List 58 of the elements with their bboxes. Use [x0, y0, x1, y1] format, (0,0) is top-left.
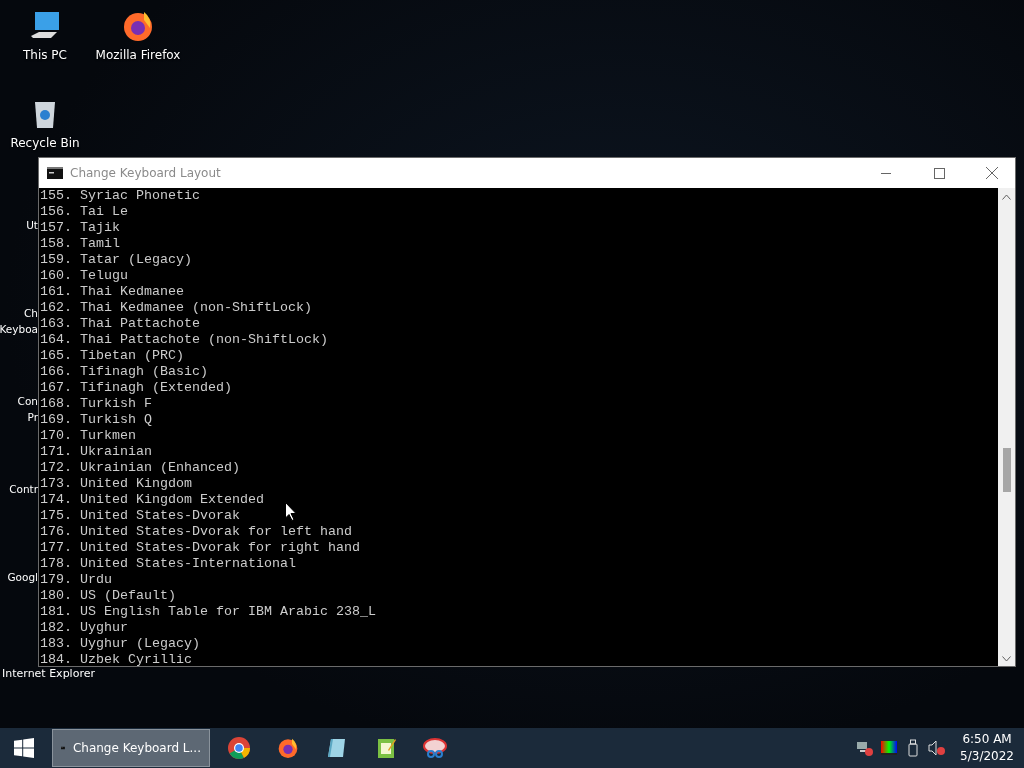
desktop-icon-label[interactable]: Con	[17, 393, 38, 409]
desktop-icon-label[interactable]: Pr	[27, 409, 38, 425]
window-title: Change Keyboard Layout	[70, 166, 222, 180]
console-line: 163. Thai Pattachote	[40, 316, 200, 332]
desktop-icon-label[interactable]: Recycle Bin	[10, 136, 80, 150]
console-line: 183. Uyghur (Legacy)	[40, 636, 200, 652]
clock-date[interactable]: 5/3/2022	[960, 748, 1014, 765]
console-line: 158. Tamil	[40, 236, 120, 252]
console-line: 159. Tatar (Legacy)	[40, 252, 192, 268]
console-line: 179. Urdu	[40, 572, 112, 588]
console-line: 178. United States-International	[40, 556, 296, 572]
console-line: 164. Thai Pattachote (non-ShiftLock)	[40, 332, 328, 348]
console-line: 161. Thai Kedmanee	[40, 284, 184, 300]
console-line: 165. Tibetan (PRC)	[40, 348, 184, 364]
console-line: 155. Syriac Phonetic	[40, 188, 200, 204]
console-line: 162. Thai Kedmanee (non-ShiftLock)	[40, 300, 312, 316]
desktop-icon-label[interactable]: Contr	[9, 481, 38, 497]
network-icon[interactable]	[856, 739, 875, 757]
console-line: 174. United Kingdom Extended	[40, 492, 264, 508]
scrollbar[interactable]	[998, 188, 1015, 666]
console-line: 176. United States-Dvorak for left hand	[40, 524, 352, 540]
console-line: 167. Tifinagh (Extended)	[40, 380, 232, 396]
console-line: 182. Uyghur	[40, 620, 128, 636]
chrome-icon[interactable]	[226, 736, 251, 760]
speaker-muted-icon[interactable]	[928, 739, 947, 757]
close-icon	[986, 167, 998, 179]
desktop-icon-label[interactable]: Googl	[7, 569, 38, 585]
console-line: 173. United Kingdom	[40, 476, 192, 492]
maximize-icon	[933, 167, 945, 179]
console-line: 170. Turkmen	[40, 428, 136, 444]
scrollbar-thumb[interactable]	[1002, 448, 1011, 492]
clock-time[interactable]: 6:50 AM	[962, 731, 1012, 748]
taskbar-task[interactable]: Change Keyboard L...	[52, 729, 210, 767]
windows-logo-icon	[14, 738, 34, 758]
console-icon	[47, 167, 63, 179]
console-line: 160. Telugu	[40, 268, 128, 284]
console-line: 172. Ukrainian (Enhanced)	[40, 460, 240, 476]
console-line: 171. Ukrainian	[40, 444, 152, 460]
desktop-icon-label[interactable]: Ut	[26, 217, 38, 233]
console-line: 169. Turkish Q	[40, 412, 152, 428]
desktop-icon-label[interactable]: Internet Explorer	[2, 667, 95, 680]
console-line: 177. United States-Dvorak for right hand	[40, 540, 360, 556]
display-icon[interactable]	[880, 739, 899, 757]
desktop-icon-label[interactable]: Keyboa	[0, 321, 38, 337]
desktop-icon-label[interactable]: This PC	[23, 48, 67, 62]
desktop-icon-label[interactable]: Ch	[24, 305, 38, 321]
console-line: 175. United States-Dvorak	[40, 508, 240, 524]
console-line: 180. US (Default)	[40, 588, 176, 604]
desktop-icon-label[interactable]: Mozilla Firefox	[95, 48, 181, 62]
mouse-cursor-icon	[285, 502, 297, 521]
console-line: 168. Turkish F	[40, 396, 152, 412]
console-line: 181. US English Table for IBM Arabic 238_L	[40, 604, 376, 620]
console-line: 156. Tai Le	[40, 204, 128, 220]
console-line: 166. Tifinagh (Basic)	[40, 364, 208, 380]
console-line: 157. Tajik	[40, 220, 120, 236]
scroll-down-icon[interactable]	[1002, 656, 1011, 662]
scroll-up-icon[interactable]	[1002, 194, 1011, 200]
console-line: 184. Uzbek Cyrillic	[40, 652, 192, 666]
